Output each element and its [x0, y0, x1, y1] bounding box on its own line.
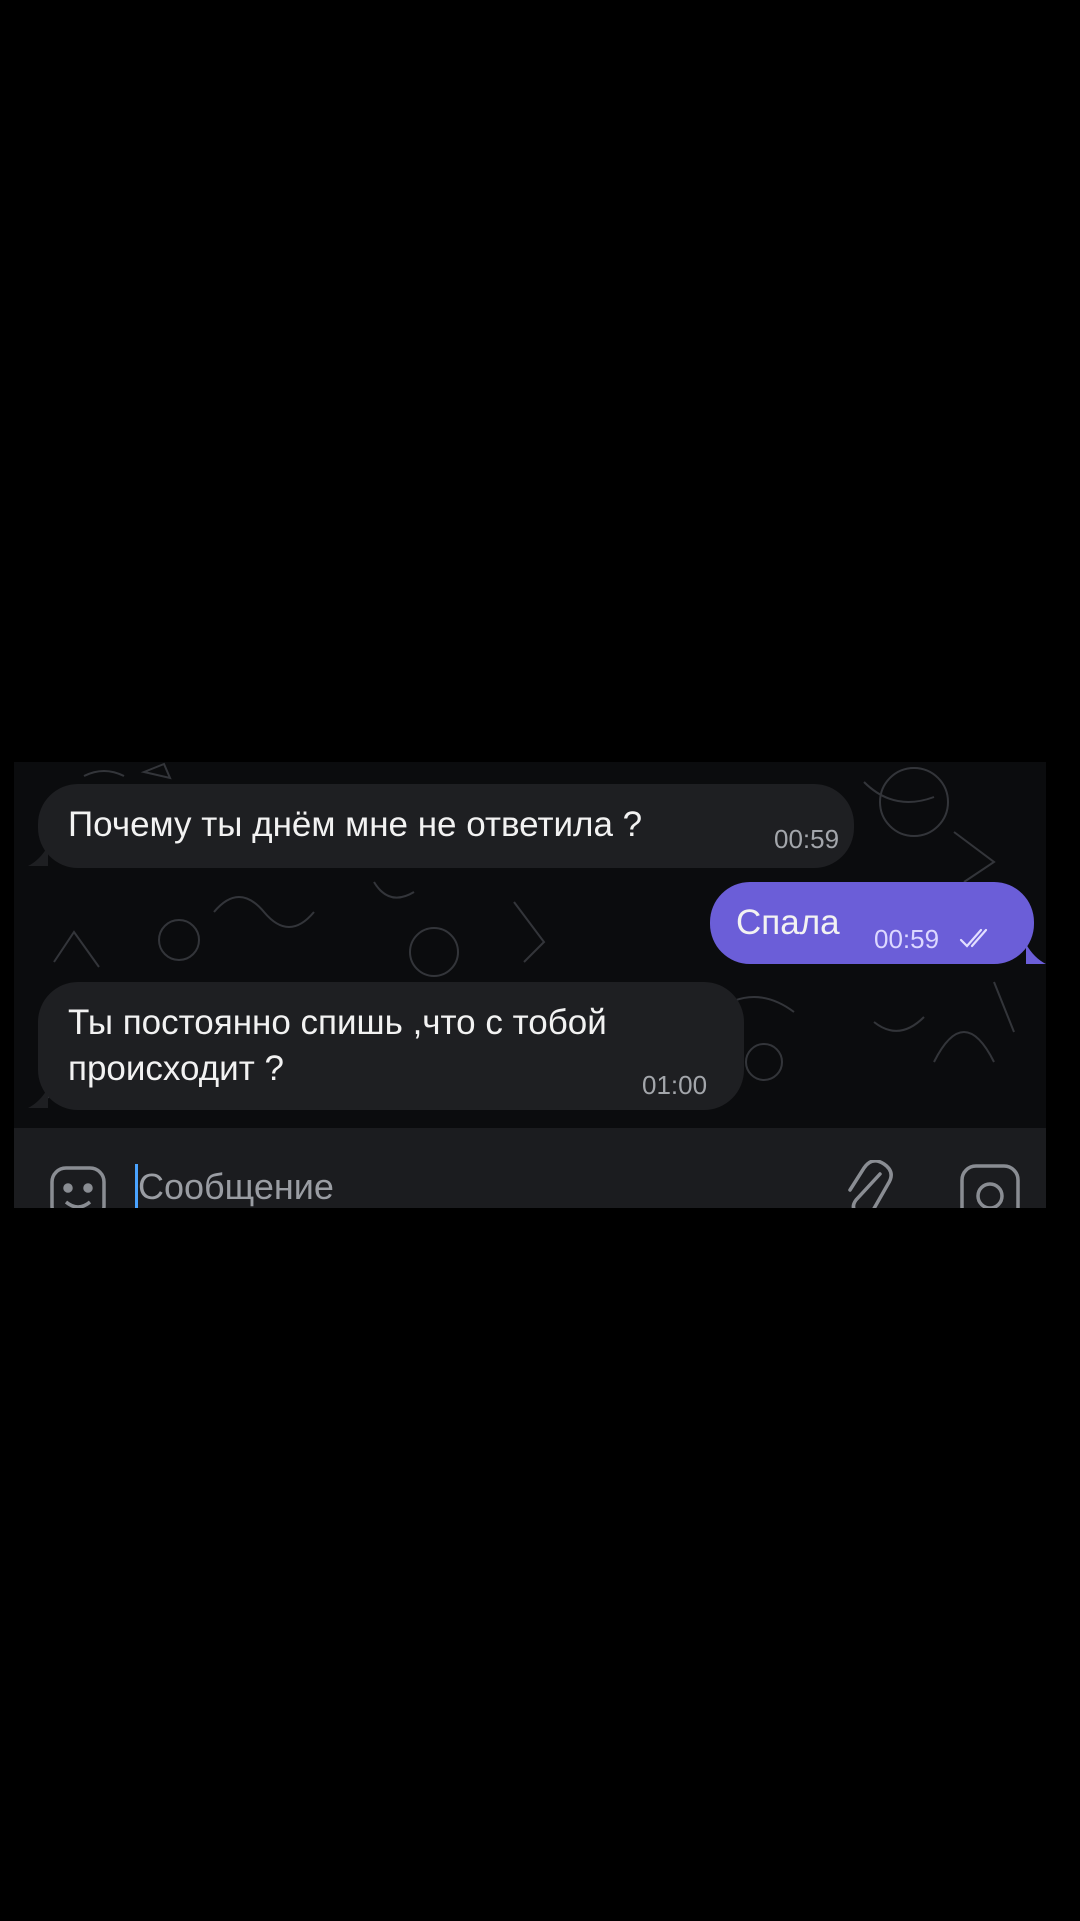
emoji-icon[interactable]: [48, 1164, 108, 1208]
bubble-tail-incoming: [28, 1088, 48, 1108]
message-time: 00:59: [874, 924, 940, 954]
message-text: Ты постоянно спишь ,что с тобой происход…: [68, 1003, 607, 1088]
attach-icon[interactable]: [840, 1160, 896, 1208]
message-composer: Сообщение: [14, 1128, 1046, 1208]
message-text: Спала: [736, 903, 840, 942]
message-input[interactable]: Сообщение: [138, 1166, 334, 1208]
camera-icon[interactable]: [958, 1160, 1022, 1208]
bubble-tail-incoming: [28, 846, 48, 866]
message-time: 00:59: [774, 824, 840, 854]
message-bubble-incoming[interactable]: Почему ты днём мне не ответила ? 00:59: [38, 784, 854, 868]
message-bubble-incoming[interactable]: Ты постоянно спишь ,что с тобой происход…: [38, 982, 744, 1110]
chat-screenshot: Почему ты днём мне не ответила ? 00:59 С…: [14, 762, 1046, 1208]
message-bubble-outgoing[interactable]: Спала 00:59: [710, 882, 1034, 964]
bubble-tail-outgoing: [1026, 944, 1046, 964]
message-text: Почему ты днём мне не ответила ?: [68, 805, 643, 844]
read-checkmarks-icon: [959, 928, 988, 948]
message-time: 01:00: [642, 1070, 708, 1100]
